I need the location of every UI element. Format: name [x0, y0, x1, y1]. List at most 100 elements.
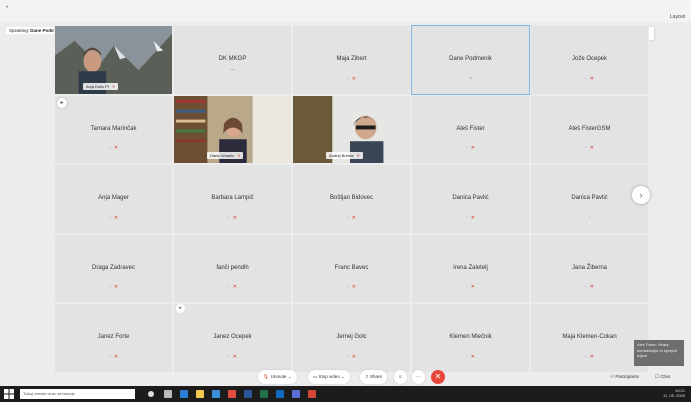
- excel-icon[interactable]: [260, 390, 268, 398]
- participant-tile[interactable]: Tamara Marinčak ◦ ✕: [54, 94, 173, 165]
- next-page-button[interactable]: ›: [632, 186, 650, 204]
- participant-name: Janez Ocepek: [213, 334, 252, 341]
- mic-muted-icon: ◦ ✕: [347, 214, 356, 221]
- participant-tile[interactable]: Danica Pavlić ◦ ✕: [411, 164, 530, 234]
- word-icon[interactable]: [244, 390, 252, 398]
- unmute-button[interactable]: 🎙 Unmute ⌄: [258, 370, 297, 384]
- chat-icon: ☐: [655, 374, 660, 379]
- mic-muted-icon: ✕: [237, 153, 241, 159]
- share-button[interactable]: ⇧ Share: [360, 370, 388, 384]
- mic-muted-icon: ◦ ✕: [585, 284, 594, 291]
- mic-muted-icon: ◦ ✕: [585, 75, 594, 82]
- participant-name: Danica Pavlić: [571, 195, 608, 202]
- chat-notification[interactable]: Aleš Fister: Hvala, kontaktirajte in spr…: [634, 340, 684, 366]
- windows-taskbar: Tukaj vnesite izraz za iskanje 10:21 11.…: [0, 386, 691, 402]
- participant-name: fanči pendih: [216, 264, 249, 271]
- mic-muted-icon: ◦ ✕: [466, 145, 475, 152]
- unmute-label: Unmute: [270, 374, 287, 379]
- mic-muted-icon: ✕: [356, 153, 360, 159]
- video-name: Daria Vrbanic: [210, 153, 235, 159]
- chat-button[interactable]: ☐ Chat: [655, 370, 670, 384]
- store-icon[interactable]: [212, 390, 220, 398]
- participant-grid: Anja Dolic Pf ✕ DK MKGP — Maja Zibert ◦ ✕ …: [54, 25, 649, 373]
- participant-tile[interactable]: Aleš FisterGSM ◦ ✕: [530, 94, 649, 165]
- mic-muted-icon: ◦ ✕: [109, 284, 118, 291]
- participant-name: Anja Mager: [98, 195, 129, 202]
- participant-name: Jože Ocepek: [571, 56, 608, 62]
- participant-tile[interactable]: Daria Vrbanic ✕: [173, 94, 292, 165]
- participant-tile[interactable]: Janez Ocepek ◦ ✕: [173, 303, 292, 373]
- participant-name: Maja Zibert: [336, 56, 367, 62]
- participant-name: Jernej Golc: [336, 334, 367, 341]
- speaker-icon: ◔: [468, 75, 473, 82]
- participant-tile[interactable]: Maja Klemen-Cokan ◦ ✕: [530, 303, 649, 373]
- file-explorer-icon[interactable]: [196, 390, 204, 398]
- cortana-icon[interactable]: [148, 391, 154, 397]
- video-name: Andrej Brenta: [329, 153, 354, 159]
- chrome-icon[interactable]: [228, 390, 236, 398]
- mic-muted-icon: ◦ ✕: [585, 145, 594, 152]
- participant-tile[interactable]: DK MKGP —: [173, 25, 292, 95]
- outlook-icon[interactable]: [276, 390, 284, 398]
- participant-name: Irena Zaletelj: [453, 264, 488, 271]
- speaking-prefix: Speaking:: [9, 28, 30, 33]
- participants-button[interactable]: ⚇ Participants: [610, 370, 639, 384]
- mic-muted-icon: ◦ ✕: [347, 75, 356, 82]
- participant-tile[interactable]: Aleš Fister ◦ ✕: [411, 94, 530, 165]
- participant-tile[interactable]: Jože Ocepek ◦ ✕: [530, 25, 649, 95]
- mic-muted-icon: ◦ ✕: [228, 214, 237, 221]
- participant-tile[interactable]: Anja Dolic Pf ✕: [54, 25, 173, 95]
- participant-tile[interactable]: Barbara Lampič ◦ ✕: [173, 164, 292, 234]
- participant-name: Aleš Fister: [456, 125, 485, 132]
- mic-muted-icon: ◦ ✕: [228, 353, 237, 360]
- participant-name: Dane Podmenik: [449, 56, 492, 62]
- taskbar-search-input[interactable]: Tukaj vnesite izraz za iskanje: [20, 389, 135, 399]
- mic-muted-icon: ◦ ✕: [109, 214, 118, 221]
- participant-tile[interactable]: Andrej Brenta ✕: [292, 94, 411, 165]
- chat-label: Chat: [660, 374, 670, 379]
- participant-name: Tamara Marinčak: [90, 125, 137, 132]
- participant-name: Maja Klemen-Cokan: [562, 334, 617, 341]
- reactions-button[interactable]: ☺: [394, 370, 407, 384]
- more-options-button[interactable]: ⋯: [412, 370, 425, 384]
- people-icon: ⚇: [610, 374, 615, 379]
- participant-tile[interactable]: Franc Bavec ◦ ✕: [292, 233, 411, 304]
- layout-button[interactable]: Layout: [670, 14, 685, 20]
- smile-icon: ☺: [398, 374, 403, 379]
- end-call-button[interactable]: ✕: [431, 370, 445, 384]
- system-tray[interactable]: 10:21 11. 05. 2020: [663, 388, 685, 398]
- participant-tile[interactable]: Anja Mager ◦ ✕: [54, 164, 173, 234]
- participant-tile[interactable]: Irena Zaletelj ◦ ✕: [411, 233, 530, 304]
- task-view-icon[interactable]: [164, 390, 172, 398]
- participant-subtitle: —: [230, 66, 235, 71]
- participant-name: Klemen Mlečnik: [449, 334, 492, 341]
- participant-tile[interactable]: Jana Žiberna ◦ ✕: [530, 233, 649, 304]
- expand-icon[interactable]: ▸: [176, 304, 185, 313]
- mic-muted-icon: ◦ ✕: [466, 284, 475, 291]
- mic-muted-icon: ◦ ✕: [109, 145, 118, 152]
- participant-tile[interactable]: Danica Pavlić ◦: [530, 164, 649, 234]
- participant-name: Barbara Lampič: [211, 195, 254, 202]
- video-button[interactable]: ▭ Stop video ⌄: [308, 370, 350, 384]
- participant-name: Jana Žiberna: [571, 264, 608, 271]
- participant-tile[interactable]: Boštjan Bidovec ◦ ✕: [292, 164, 411, 234]
- participants-label: Participants: [615, 374, 639, 379]
- participant-tile[interactable]: Janez Forte ◦ ✕: [54, 303, 173, 373]
- participant-tile[interactable]: Klemen Mlečnik ◦ ✕: [411, 303, 530, 373]
- edge-icon[interactable]: [180, 390, 188, 398]
- close-icon: ✕: [434, 372, 442, 381]
- participant-name: Franc Bavec: [334, 264, 369, 271]
- clock-date: 11. 05. 2020: [663, 393, 685, 398]
- collapse-icon[interactable]: ▸: [57, 98, 67, 108]
- mic-muted-icon: 🎙: [263, 374, 269, 379]
- powerpoint-icon[interactable]: [308, 390, 316, 398]
- share-label: Share: [370, 374, 383, 379]
- participant-tile-active[interactable]: Dane Podmenik ◔: [411, 25, 530, 95]
- windows-start-icon[interactable]: [4, 389, 14, 399]
- participant-tile[interactable]: Maja Zibert ◦ ✕: [292, 25, 411, 95]
- participant-tile[interactable]: fanči pendih ◦ ✕: [173, 233, 292, 304]
- participant-tile[interactable]: Jernej Golc ◦ ✕: [292, 303, 411, 373]
- webex-icon[interactable]: [292, 390, 300, 398]
- video-name-tag: Daria Vrbanic ✕: [207, 152, 244, 160]
- participant-tile[interactable]: Draga Zadravec ◦ ✕: [54, 233, 173, 304]
